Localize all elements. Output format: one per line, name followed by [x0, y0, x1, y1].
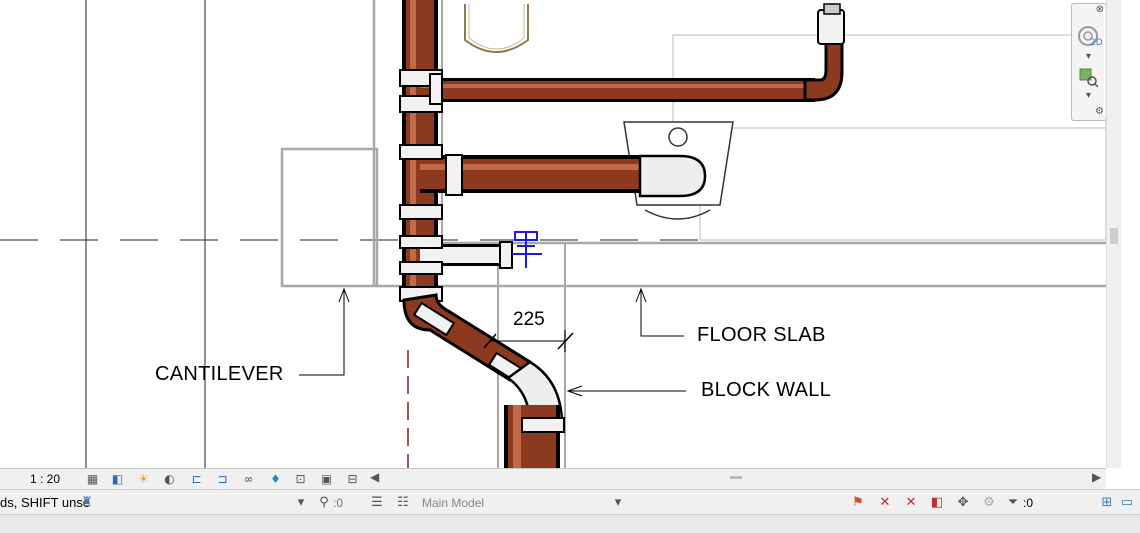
temporary-hide-icon[interactable]: ∞ — [241, 471, 256, 486]
design-options-icon[interactable]: ⚲ — [315, 493, 333, 511]
select-by-face-icon[interactable]: ◧ — [928, 493, 946, 511]
analytical-model-icon[interactable]: ⊡ — [293, 471, 308, 486]
crop-view-icon[interactable]: ⊏ — [189, 471, 204, 486]
active-model-select[interactable]: Main Model — [422, 496, 484, 510]
tile-windows-icon[interactable]: ⊞ — [1098, 493, 1116, 511]
shadows-icon[interactable]: ◐ — [162, 471, 177, 486]
filter-count: :0 — [1023, 496, 1034, 510]
filter-icon[interactable]: ⏷ — [1004, 493, 1022, 511]
floor-slab-label: FLOOR SLAB — [697, 324, 826, 346]
highlight-displacement-icon[interactable]: ▣ — [319, 471, 334, 486]
worksets-count: :0 — [333, 496, 344, 510]
sun-path-icon[interactable]: ☀ — [136, 471, 151, 486]
background-process-icon[interactable]: ⚙ — [980, 493, 998, 511]
close-icon[interactable]: ⊗ — [1096, 4, 1104, 15]
cantilever-label: CANTILEVER — [155, 363, 284, 385]
reveal-hidden-icon[interactable]: ♦ — [268, 471, 283, 486]
crop-region-icon[interactable]: ⊐ — [215, 471, 230, 486]
view-scale[interactable]: 1 : 20 — [30, 472, 60, 486]
taskbar-strip — [0, 514, 1140, 533]
detail-level-icon[interactable]: ▦ — [85, 471, 100, 486]
wheel-2d-label: 2D — [1090, 38, 1103, 48]
drag-elements-icon[interactable]: ✥ — [954, 493, 972, 511]
model-list-icon[interactable]: ☷ — [394, 493, 412, 511]
window-icon[interactable]: ▭ — [1118, 493, 1136, 511]
navigation-bar[interactable]: ⊗ 2D ▾ ▾ ⚙ — [1071, 3, 1106, 121]
select-pinned-icon[interactable]: ✕ — [902, 493, 920, 511]
plumbing-section-drawing — [0, 0, 1106, 468]
chevron-down-icon[interactable]: ▾ — [1086, 51, 1091, 62]
chevron-down-icon[interactable]: ▾ — [609, 493, 627, 511]
horizontal-scrollbar[interactable]: ◀ ▶ — [366, 470, 1106, 486]
select-underlay-icon[interactable]: ✕ — [876, 493, 894, 511]
scroll-thumb[interactable] — [730, 476, 742, 479]
status-bar: ds, SHIFT unse ♜ ▾ ⚲ :0 ☰ ☷ Main Model ▾… — [0, 489, 1140, 515]
select-links-icon[interactable]: ⚑ — [849, 493, 867, 511]
scroll-right-icon[interactable]: ▶ — [1092, 470, 1101, 484]
visual-style-icon[interactable]: ◧ — [110, 471, 125, 486]
zoom-region-icon[interactable] — [1079, 68, 1099, 88]
selected-fitting-icon — [512, 231, 542, 268]
editable-only-icon[interactable]: ☰ — [368, 493, 386, 511]
scroll-thumb[interactable] — [1110, 228, 1118, 244]
scroll-left-icon[interactable]: ◀ — [370, 470, 379, 484]
block-wall-label: BLOCK WALL — [701, 379, 832, 401]
dimension-label[interactable]: 225 — [513, 309, 545, 331]
chevron-down-icon[interactable]: ▾ — [1086, 90, 1091, 101]
reveal-constraints-icon[interactable]: ⊟ — [345, 471, 360, 486]
chevron-down-icon[interactable]: ▾ — [292, 493, 310, 511]
status-message: ds, SHIFT unse — [0, 495, 91, 510]
vertical-scrollbar[interactable] — [1106, 0, 1121, 468]
workset-icon[interactable]: ♜ — [78, 493, 96, 511]
drawing-canvas[interactable]: CANTILEVER FLOOR SLAB BLOCK WALL 225 ⊗ 2… — [0, 0, 1106, 468]
options-icon[interactable]: ⚙ — [1095, 106, 1104, 117]
